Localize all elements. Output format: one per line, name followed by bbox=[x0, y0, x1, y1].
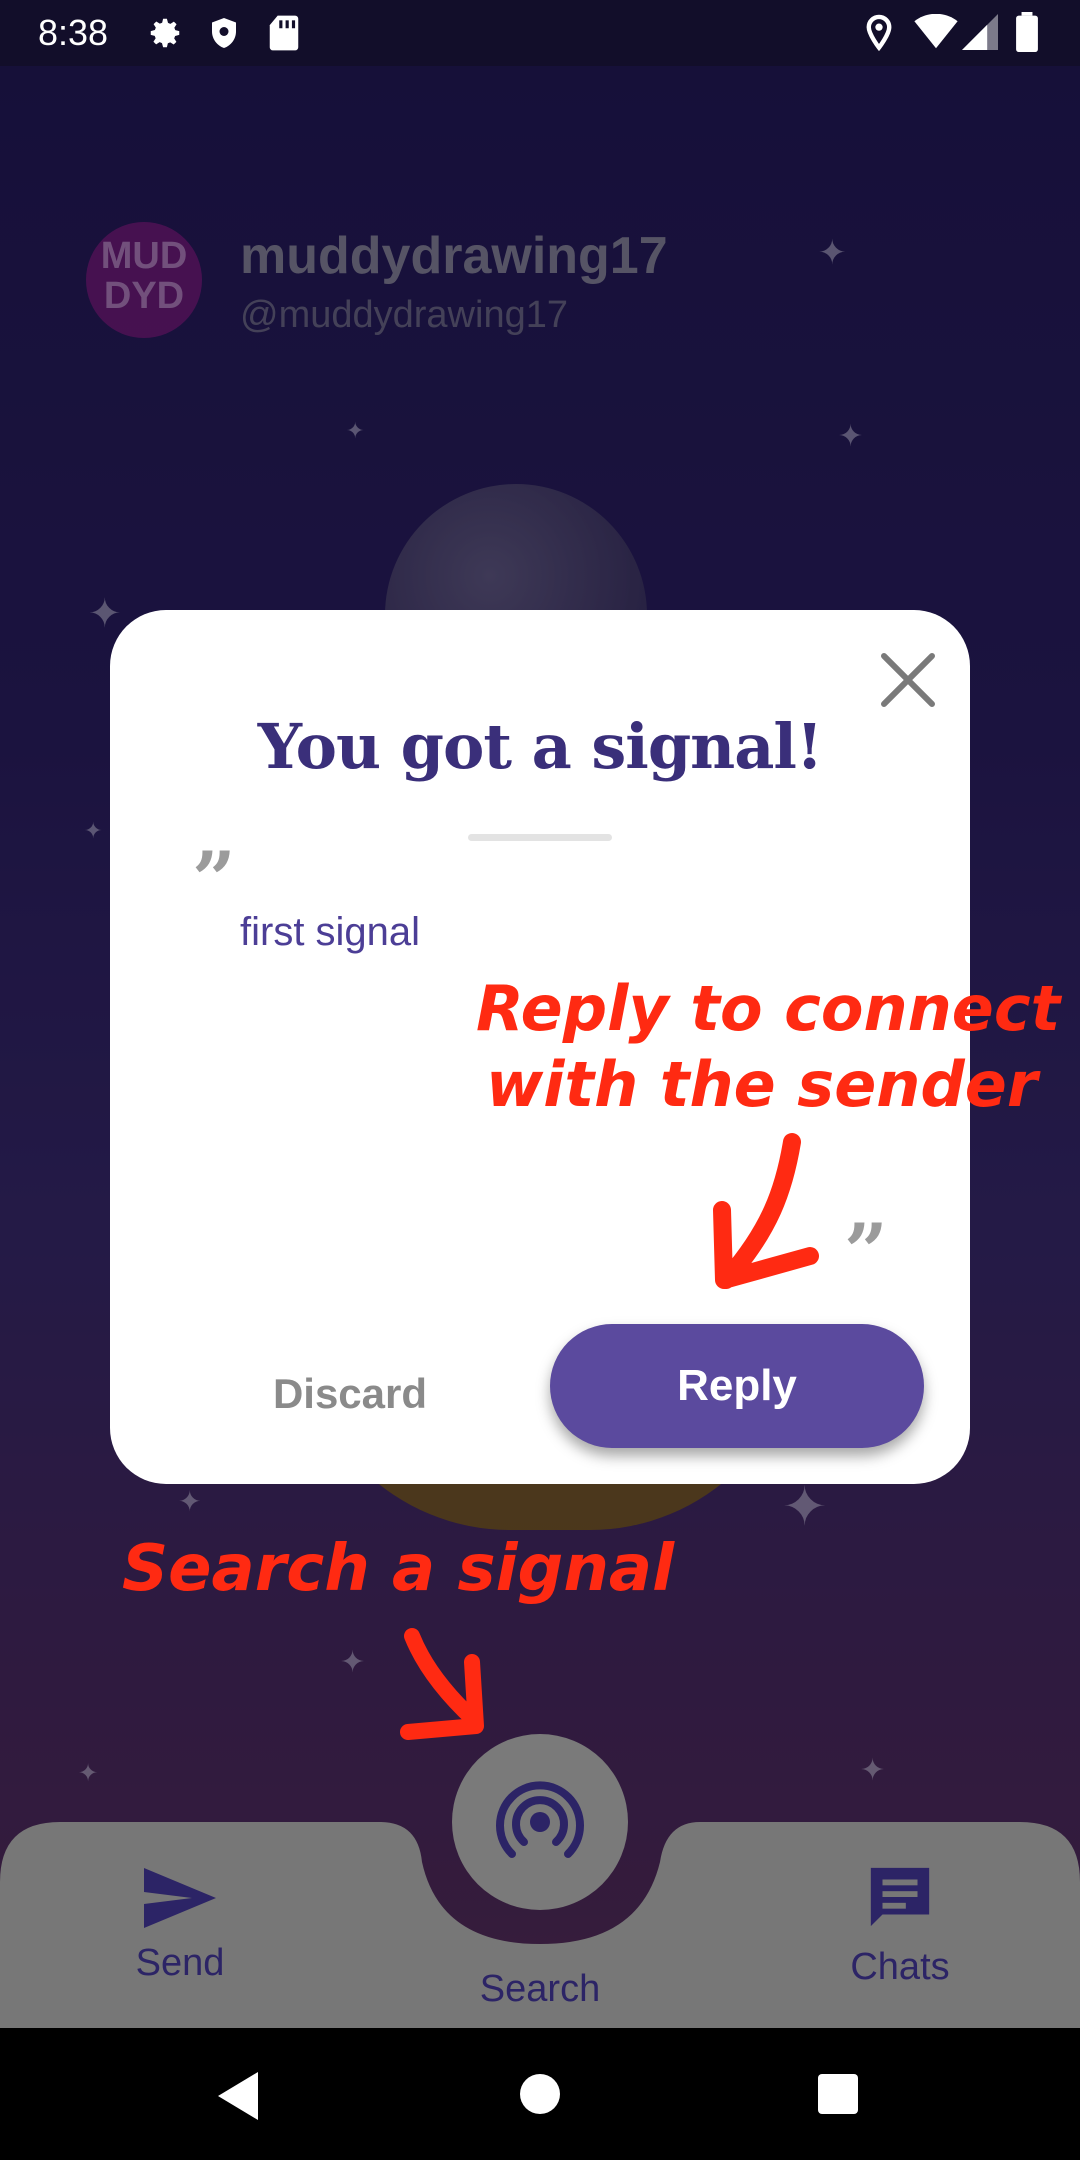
status-bar: 8:38 bbox=[0, 0, 1080, 66]
shield-icon bbox=[212, 18, 236, 48]
close-icon[interactable] bbox=[878, 650, 938, 710]
reply-hint-line2: with the sender bbox=[486, 1048, 1038, 1121]
system-navigation-bar bbox=[0, 2028, 1080, 2160]
cell-signal-icon bbox=[962, 14, 998, 50]
reply-hint-line1: Reply to connect bbox=[476, 972, 1061, 1045]
nav-chats-label: Chats bbox=[850, 1946, 950, 1988]
reply-button[interactable]: Reply bbox=[550, 1324, 924, 1448]
nav-send-label: Send bbox=[135, 1942, 225, 1984]
wifi-icon bbox=[914, 14, 958, 49]
search-signal-fab[interactable] bbox=[452, 1734, 628, 1910]
divider bbox=[468, 834, 612, 841]
dialog-title: You got a signal! bbox=[257, 710, 823, 783]
send-icon bbox=[144, 1868, 216, 1928]
arrow-down-left-icon bbox=[713, 1133, 819, 1289]
back-icon[interactable] bbox=[218, 2072, 262, 2120]
close-quote-icon: ” bbox=[844, 1207, 888, 1296]
battery-icon bbox=[1016, 12, 1038, 52]
signal-message: first signal bbox=[240, 910, 421, 954]
search-hint: Search a signal bbox=[122, 1532, 675, 1606]
recents-icon[interactable] bbox=[818, 2074, 858, 2114]
discard-button[interactable]: Discard bbox=[230, 1354, 470, 1434]
home-icon[interactable] bbox=[520, 2074, 560, 2114]
app-screen: ✦ ✦ ✦ ✦ ✦ ✦ ✦ ✦ ✦ ✦ ✦ MUD DYD muddydrawi… bbox=[0, 0, 1080, 2160]
chat-icon bbox=[870, 1867, 930, 1927]
signal-radar-icon bbox=[496, 1781, 584, 1858]
arrow-down-right-icon bbox=[400, 1628, 484, 1740]
status-time: 8:38 bbox=[38, 12, 109, 53]
settings-gear-icon bbox=[150, 18, 180, 48]
signal-dialog: You got a signal! ” first signal ” Disca… bbox=[110, 610, 970, 1484]
sd-card-icon bbox=[269, 15, 299, 51]
nav-search-label: Search bbox=[479, 1968, 601, 2010]
open-quote-icon: ” bbox=[192, 835, 236, 924]
nav-search[interactable]: Search bbox=[460, 1968, 620, 2011]
nav-send[interactable]: Send bbox=[120, 1868, 240, 1985]
nav-chats[interactable]: Chats bbox=[840, 1862, 960, 1989]
location-pin-icon bbox=[866, 14, 892, 52]
